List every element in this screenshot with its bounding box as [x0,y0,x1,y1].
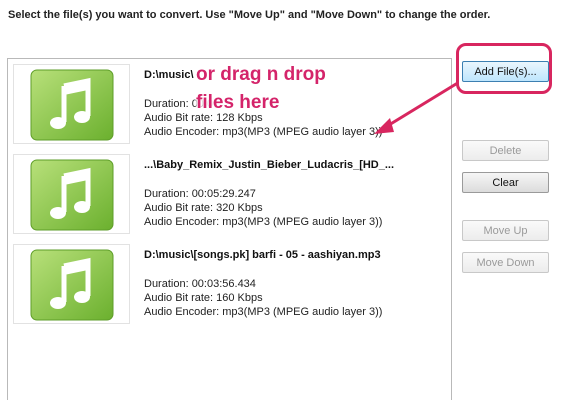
move-down-button[interactable]: Move Down [462,252,549,273]
instruction-text: Select the file(s) you want to convert. … [8,9,491,21]
file-bitrate: Audio Bit rate: 160 Kbps [144,292,263,304]
move-up-button[interactable]: Move Up [462,220,549,241]
drag-drop-hint-line2: files here [196,92,280,113]
file-duration: Duration: 00:05:29.247 [144,188,256,200]
list-item[interactable]: ...\Baby_Remix_Justin_Bieber_Ludacris_[H… [13,154,443,236]
music-note-icon [30,249,114,321]
file-encoder: Audio Encoder: mp3(MP3 (MPEG audio layer… [144,306,383,318]
file-bitrate: Audio Bit rate: 320 Kbps [144,202,263,214]
file-name: D:\music\ [144,69,194,81]
add-files-button[interactable]: Add File(s)... [462,61,549,82]
clear-button[interactable]: Clear [462,172,549,193]
delete-button[interactable]: Delete [462,140,549,161]
file-name: ...\Baby_Remix_Justin_Bieber_Ludacris_[H… [144,159,395,171]
file-thumbnail [13,244,130,324]
file-encoder: Audio Encoder: mp3(MP3 (MPEG audio layer… [144,216,383,228]
file-name: D:\music\[songs.pk] barfi - 05 - aashiya… [144,249,381,261]
drag-drop-hint-line1: or drag n drop [196,64,326,85]
file-thumbnail [13,154,130,234]
file-thumbnail [13,64,130,144]
file-encoder: Audio Encoder: mp3(MP3 (MPEG audio layer… [144,126,383,138]
music-note-icon [30,69,114,141]
list-item[interactable]: D:\music\[songs.pk] barfi - 05 - aashiya… [13,244,443,326]
music-note-icon [30,159,114,231]
pointer-arrow-icon [374,82,458,134]
file-duration: Duration: 00:03:56.434 [144,278,256,290]
